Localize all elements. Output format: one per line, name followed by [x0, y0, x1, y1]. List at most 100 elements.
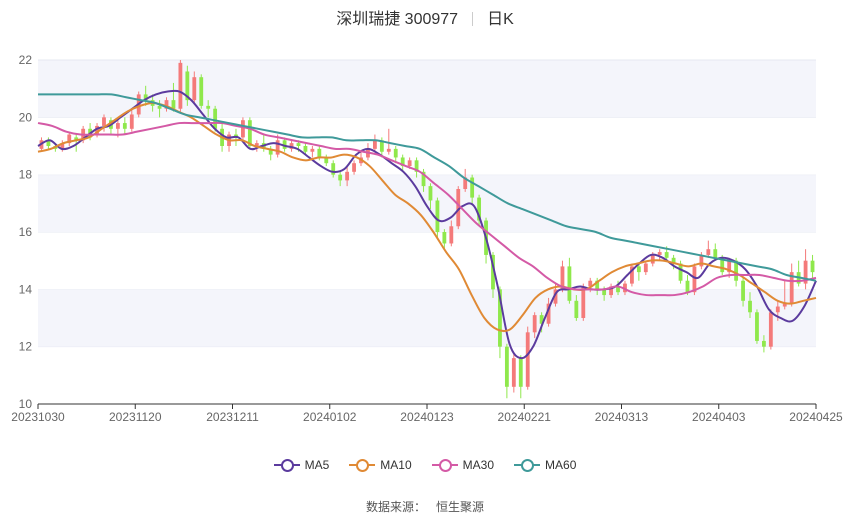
- legend-marker-ma10: [349, 458, 376, 472]
- x-tick-label: 20231211: [206, 410, 259, 424]
- candle-body: [122, 123, 127, 129]
- candle-body: [213, 108, 218, 129]
- candle-body: [775, 306, 780, 313]
- y-tick-label: 14: [19, 282, 33, 296]
- candle-body: [115, 123, 120, 129]
- candle: [525, 326, 530, 390]
- x-axis: 20231030 20231120 20231211 20240102 20240123…: [11, 404, 843, 424]
- candle-body: [810, 260, 815, 273]
- candle-body: [449, 226, 454, 244]
- candle-body: [643, 263, 648, 273]
- legend-label-ma30: MA30: [462, 458, 495, 472]
- candle-body: [470, 177, 475, 198]
- candle-body: [345, 171, 350, 181]
- candle-body: [636, 266, 641, 273]
- candle-body: [442, 232, 447, 244]
- candlestick-chart: 10121416182022 20231030 20231120 20231211 2…: [11, 53, 843, 424]
- candle-body: [532, 315, 537, 333]
- source-name: 恒生聚源: [436, 500, 485, 514]
- candle-body: [303, 146, 308, 152]
- x-tick-label: 20240425: [789, 410, 843, 424]
- y-tick-label: 18: [19, 168, 33, 182]
- candle-body: [755, 312, 759, 341]
- candle-body: [748, 300, 752, 313]
- x-tick-label: 20240313: [595, 410, 649, 424]
- legend-label-ma60: MA60: [545, 458, 577, 472]
- chart-container: 深圳瑞捷 300977 日K 10 12 14 16 18 20 22 20231030 202…: [0, 0, 850, 517]
- source-label: 数据来源：: [365, 500, 426, 514]
- x-tick-label: 20231120: [109, 410, 162, 424]
- candle: [199, 74, 204, 109]
- grid-bands: [38, 59, 816, 404]
- candle-body: [511, 358, 516, 387]
- candle-body: [192, 77, 197, 101]
- candle-body: [310, 148, 315, 152]
- x-tick-label: 20231030: [11, 410, 65, 424]
- candle: [241, 117, 245, 141]
- candle-body: [393, 148, 398, 158]
- grid-band: [38, 232, 816, 290]
- candle: [630, 263, 634, 287]
- x-tick-label: 20240102: [303, 410, 357, 424]
- candle-body: [574, 300, 579, 318]
- candle-body: [435, 200, 440, 232]
- candle-body: [102, 117, 106, 126]
- candle-body: [241, 120, 245, 138]
- candle-body: [372, 140, 377, 149]
- candle-body: [525, 332, 530, 387]
- candle-body: [178, 62, 183, 109]
- candle-body: [692, 266, 697, 293]
- grid-band: [38, 346, 816, 404]
- legend-marker-ma30: [431, 458, 458, 472]
- legend-label-ma10: MA10: [380, 458, 412, 472]
- candle-body: [504, 346, 509, 387]
- candle-body: [157, 105, 162, 109]
- candle-body: [706, 249, 711, 255]
- candle-body: [518, 358, 523, 387]
- candle: [185, 65, 190, 106]
- legend-item-ma10[interactable]: MA10: [349, 458, 412, 472]
- y-tick-label: 16: [19, 225, 33, 239]
- candle-body: [386, 148, 391, 152]
- x-tick-label: 20240123: [400, 410, 454, 424]
- candle-body: [199, 77, 204, 106]
- candle-body: [338, 174, 343, 181]
- legend-item-ma5[interactable]: MA5: [273, 458, 330, 472]
- candle-body: [567, 266, 572, 301]
- data-source: 数据来源： 恒生聚源: [0, 498, 850, 515]
- legend-item-ma30[interactable]: MA30: [431, 458, 495, 472]
- candle-body: [171, 100, 176, 109]
- candle-body: [685, 280, 690, 293]
- candle: [768, 309, 773, 350]
- grid-band: [38, 117, 816, 175]
- candle: [511, 352, 516, 393]
- candle-body: [407, 160, 412, 167]
- candle-body: [761, 340, 766, 347]
- legend-label-ma5: MA5: [304, 458, 330, 472]
- y-tick-label: 10: [19, 397, 33, 411]
- candle-body: [768, 312, 773, 347]
- candle-body: [713, 249, 718, 258]
- candle-body: [741, 280, 745, 301]
- candle: [178, 60, 183, 112]
- y-tick-label: 20: [19, 110, 33, 124]
- y-tick-label: 12: [19, 340, 33, 354]
- y-tick-label: 22: [19, 53, 33, 67]
- legend: MA5 MA10 MA30 MA60: [0, 458, 850, 472]
- candle-body: [296, 143, 301, 146]
- candle: [755, 309, 759, 344]
- candle-body: [206, 105, 211, 109]
- candle-body: [331, 163, 336, 175]
- legend-marker-ma60: [514, 458, 541, 472]
- candle-body: [657, 252, 662, 255]
- grid-band: [38, 289, 816, 347]
- candle-body: [129, 114, 134, 129]
- legend-item-ma60[interactable]: MA60: [514, 458, 576, 472]
- candle-body: [428, 186, 433, 201]
- x-tick-label: 20240221: [498, 410, 552, 424]
- candle-body: [650, 254, 655, 264]
- candle-body: [664, 252, 669, 258]
- grid-band: [38, 60, 816, 118]
- x-tick-label: 20240403: [692, 410, 746, 424]
- candle-body: [317, 148, 322, 158]
